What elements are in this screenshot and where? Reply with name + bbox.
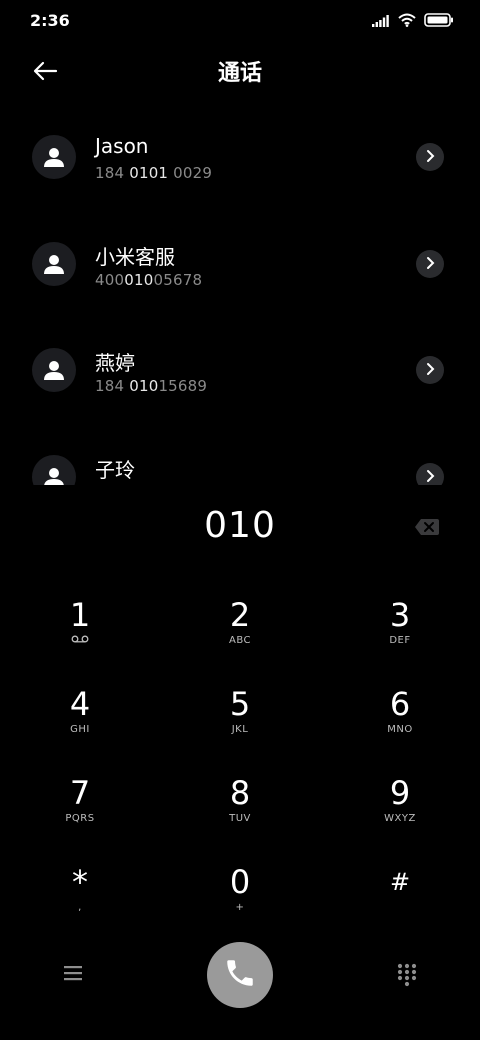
key-digit: 9 (389, 774, 411, 812)
key-digit: 0 (229, 863, 251, 901)
avatar (32, 242, 76, 286)
key-5[interactable]: 5 JKL (160, 684, 320, 773)
status-time: 2:36 (30, 11, 70, 30)
key-letters: ABC (228, 635, 251, 646)
battery-icon (424, 12, 454, 31)
key-star[interactable]: * , (0, 862, 160, 951)
key-letters: + (235, 902, 245, 913)
key-3[interactable]: 3 DEF (320, 595, 480, 684)
wifi-icon (398, 12, 416, 31)
backspace-button[interactable] (414, 517, 440, 537)
contact-name: Jason (95, 134, 149, 158)
phone-icon (223, 956, 257, 994)
key-digit: 3 (389, 596, 411, 634)
key-8[interactable]: 8 TUV (160, 773, 320, 862)
key-0[interactable]: 0 + (160, 862, 320, 951)
key-digit: * (72, 863, 88, 901)
avatar (32, 348, 76, 392)
contact-item[interactable]: 燕婷 184 01015689 (0, 318, 480, 418)
key-digit: # (389, 868, 411, 896)
key-digit: 4 (69, 685, 91, 723)
avatar (32, 455, 76, 485)
contact-item[interactable]: Jason 184 0101 0029 (0, 105, 480, 205)
chevron-right-icon (423, 361, 437, 380)
page-title: 通话 (217, 61, 262, 86)
contact-detail-button[interactable] (416, 143, 444, 171)
contact-item[interactable]: 子玲 (0, 425, 480, 485)
contact-item[interactable]: 小米客服 40001005678 (0, 212, 480, 312)
call-button[interactable] (207, 942, 273, 1008)
key-7[interactable]: 7 PQRS (0, 773, 160, 862)
key-2[interactable]: 2 ABC (160, 595, 320, 684)
key-1[interactable]: 1 (0, 595, 160, 684)
bottom-bar (0, 940, 480, 1010)
key-letters: GHI (70, 724, 90, 735)
key-4[interactable]: 4 GHI (0, 684, 160, 773)
key-letters: PQRS (65, 813, 95, 824)
contact-detail-button[interactable] (416, 463, 444, 485)
avatar (32, 135, 76, 179)
contact-number: 40001005678 (95, 271, 203, 289)
key-hash[interactable]: # (320, 862, 480, 951)
contact-number: 184 01015689 (95, 377, 208, 395)
status-icons (372, 12, 454, 31)
dial-input[interactable]: 010 (0, 505, 480, 551)
dialpad-icon (397, 963, 417, 991)
backspace-icon (414, 519, 440, 541)
key-6[interactable]: 6 MNO (320, 684, 480, 773)
key-digit: 2 (229, 596, 251, 634)
key-letters: TUV (229, 813, 251, 824)
dialpad-toggle-button[interactable] (397, 963, 417, 987)
contact-name: 小米客服 (95, 245, 175, 269)
chevron-right-icon (423, 468, 437, 486)
voicemail-icon (0, 635, 160, 646)
menu-button[interactable] (62, 963, 84, 983)
menu-icon (62, 966, 84, 987)
contact-results-list[interactable]: Jason 184 0101 0029 小米客服 40001005678 燕婷 … (0, 105, 480, 485)
key-digit: 6 (389, 685, 411, 723)
key-digit: 1 (69, 596, 91, 634)
chevron-right-icon (423, 255, 437, 274)
header: 通话 (0, 48, 480, 92)
key-letters: DEF (389, 635, 411, 646)
key-digit: 7 (69, 774, 91, 812)
contact-detail-button[interactable] (416, 356, 444, 384)
key-letters: JKL (231, 724, 249, 735)
key-letters: , (78, 902, 82, 913)
contact-name: 子玲 (95, 458, 135, 482)
key-digit: 8 (229, 774, 251, 812)
contact-name: 燕婷 (95, 351, 135, 375)
key-9[interactable]: 9 WXYZ (320, 773, 480, 862)
status-bar: 2:36 (0, 0, 480, 40)
chevron-right-icon (423, 148, 437, 167)
contact-number: 184 0101 0029 (95, 164, 213, 182)
key-letters: WXYZ (384, 813, 416, 824)
signal-icon (372, 12, 390, 31)
key-letters: MNO (387, 724, 413, 735)
contact-detail-button[interactable] (416, 250, 444, 278)
key-digit: 5 (229, 685, 251, 723)
